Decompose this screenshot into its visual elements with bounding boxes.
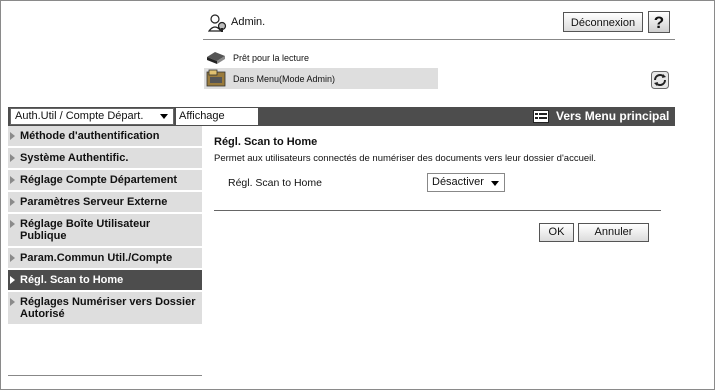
- sidebar-item-authentication-method[interactable]: Méthode d'authentification: [8, 126, 202, 148]
- sidebar-item-label: Réglages Numériser vers Dossier Autorisé: [20, 296, 196, 320]
- header-divider: [203, 39, 675, 40]
- sidebar-item-external-server[interactable]: Paramètres Serveur Externe: [8, 192, 202, 214]
- sidebar-item-public-user-box[interactable]: Réglage Boîte Utilisateur Publique: [8, 214, 202, 248]
- mode-text: Dans Menu(Mode Admin): [233, 74, 336, 84]
- printer-icon: [207, 52, 225, 64]
- content-divider: [214, 210, 661, 211]
- triangle-right-icon: [10, 154, 15, 162]
- chevron-down-icon: [491, 181, 499, 186]
- triangle-right-icon: [10, 298, 15, 306]
- scan-to-home-label: Régl. Scan to Home: [228, 177, 322, 189]
- scan-to-home-select-value: Désactiver: [432, 176, 484, 188]
- sidebar-item-department-account[interactable]: Réglage Compte Département: [8, 170, 202, 192]
- scan-to-home-select[interactable]: Désactiver: [427, 173, 505, 192]
- chevron-down-icon: [160, 114, 168, 119]
- main-menu-icon[interactable]: [533, 110, 549, 123]
- machine-status-text: Prêt pour la lecture: [233, 53, 310, 63]
- logout-button[interactable]: Déconnexion: [563, 12, 643, 32]
- help-button[interactable]: ?: [648, 11, 670, 33]
- category-select-value: Auth.Util / Compte Départ.: [15, 110, 144, 122]
- sidebar-item-authentication-system[interactable]: Système Authentific.: [8, 148, 202, 170]
- sidebar-item-label: Réglage Compte Département: [20, 174, 178, 186]
- sidebar-item-scan-to-authorized-folder[interactable]: Réglages Numériser vers Dossier Autorisé: [8, 292, 202, 326]
- sidebar-divider: [8, 375, 202, 376]
- ok-button[interactable]: OK: [539, 223, 574, 242]
- sidebar: Méthode d'authentification Système Authe…: [8, 126, 202, 326]
- sidebar-item-label: Paramètres Serveur Externe: [20, 196, 168, 208]
- main-menu-link[interactable]: Vers Menu principal: [556, 109, 669, 123]
- page-description: Permet aux utilisateurs connectés de num…: [214, 153, 596, 164]
- sidebar-item-label: Régl. Scan to Home: [20, 274, 124, 286]
- triangle-right-icon: [10, 220, 15, 228]
- user-name: Admin.: [231, 16, 266, 28]
- triangle-right-icon: [10, 276, 15, 284]
- refresh-icon[interactable]: [651, 71, 669, 89]
- sidebar-item-label: Réglage Boîte Utilisateur Publique: [20, 218, 151, 242]
- admin-user-icon: [208, 14, 227, 32]
- tab-display[interactable]: Affichage: [176, 108, 258, 125]
- sidebar-item-label: Méthode d'authentification: [20, 130, 160, 142]
- admin-mode-icon: [206, 69, 226, 87]
- sidebar-item-scan-to-home[interactable]: Régl. Scan to Home: [8, 270, 202, 292]
- triangle-right-icon: [10, 132, 15, 140]
- triangle-right-icon: [10, 176, 15, 184]
- page-title: Régl. Scan to Home: [214, 136, 318, 148]
- triangle-right-icon: [10, 254, 15, 262]
- category-select[interactable]: Auth.Util / Compte Départ.: [10, 108, 174, 125]
- sidebar-item-label: Système Authentific.: [20, 152, 129, 164]
- cancel-button[interactable]: Annuler: [578, 223, 649, 242]
- triangle-right-icon: [10, 198, 15, 206]
- sidebar-item-common-settings[interactable]: Param.Commun Util./Compte: [8, 248, 202, 270]
- sidebar-item-label: Param.Commun Util./Compte: [20, 252, 173, 264]
